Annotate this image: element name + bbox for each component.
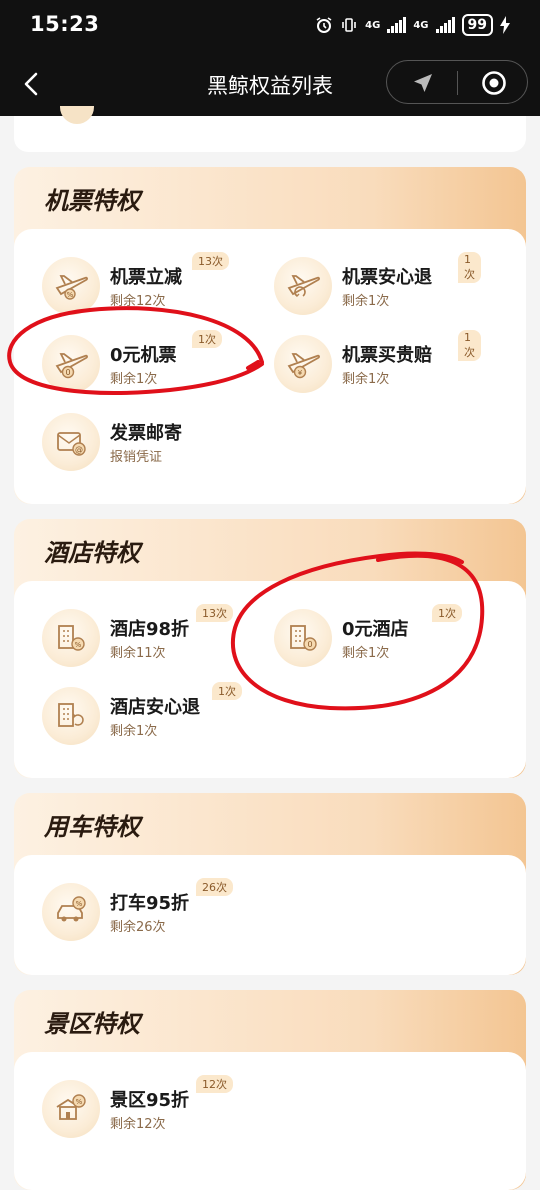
previous-card-icon <box>60 106 94 124</box>
benefit-name: 酒店安心退 <box>110 697 200 718</box>
benefit-count-badge: 13次 <box>196 604 233 622</box>
section-body: % 机票立减 剩余12次 13次 机票安心退 剩余1次 1次 0 0元机票 剩余… <box>14 229 526 504</box>
benefit-count-badge: 1次 <box>458 330 481 361</box>
svg-text:%: % <box>76 1098 83 1106</box>
benefit-count-badge: 13次 <box>192 252 229 270</box>
svg-text:@: @ <box>75 445 83 454</box>
benefit-count-badge: 1次 <box>432 604 462 622</box>
benefit-remaining: 剩余1次 <box>342 372 390 387</box>
svg-text:¥: ¥ <box>298 369 303 377</box>
section-title: 机票特权 <box>44 187 140 215</box>
hotel-discount-icon: % <box>42 609 100 667</box>
plane-coin-icon: 0 <box>42 335 100 393</box>
benefit-remaining: 剩余11次 <box>110 646 166 661</box>
benefit-item-taxi-discount[interactable]: % 打车95折 剩余26次 26次 <box>14 877 244 947</box>
charging-icon <box>500 16 510 34</box>
benefit-name: 0元机票 <box>110 345 177 366</box>
benefit-count-badge: 1次 <box>458 252 481 283</box>
section-title: 景区特权 <box>44 1010 140 1038</box>
signal-icon <box>387 17 407 33</box>
section-body: % 景区95折 剩余12次 12次 <box>14 1052 526 1190</box>
benefit-item-flight-refund[interactable]: 机票安心退 剩余1次 1次 <box>246 251 481 321</box>
plane-yen-icon: ¥ <box>274 335 332 393</box>
svg-text:%: % <box>67 291 74 299</box>
benefit-item-flight-price-guarantee[interactable]: ¥ 机票买贵赔 剩余1次 1次 <box>246 329 481 399</box>
battery-indicator: 99 <box>461 14 493 36</box>
alarm-icon <box>316 17 332 33</box>
section-hotel: 酒店特权 % 酒店98折 剩余11次 13次 0 0元酒店 剩余1次 1次 酒店… <box>14 519 526 778</box>
vibrate-icon <box>342 18 356 32</box>
section-body: % 酒店98折 剩余11次 13次 0 0元酒店 剩余1次 1次 酒店安心退 剩… <box>14 581 526 778</box>
section-car: 用车特权 % 打车95折 剩余26次 26次 <box>14 793 526 975</box>
svg-text:0: 0 <box>307 640 312 649</box>
car-discount-icon: % <box>42 883 100 941</box>
benefit-count-badge: 1次 <box>192 330 222 348</box>
status-icons: 4G 4G 99 <box>315 14 510 36</box>
plane-refund-icon <box>274 257 332 315</box>
benefit-remaining: 剩余1次 <box>110 724 158 739</box>
benefit-item-free-hotel[interactable]: 0 0元酒店 剩余1次 1次 <box>246 603 476 673</box>
benefit-name: 打车95折 <box>110 893 190 914</box>
benefit-remaining: 剩余12次 <box>110 1117 166 1132</box>
signal-icon-2 <box>435 17 455 33</box>
section-flight: 机票特权 % 机票立减 剩余12次 13次 机票安心退 剩余1次 1次 0 0元… <box>14 167 526 504</box>
benefit-remaining: 剩余1次 <box>342 294 390 309</box>
hotel-coin-icon: 0 <box>274 609 332 667</box>
benefit-name: 机票买贵赔 <box>342 345 432 366</box>
mini-program-capsule <box>386 60 528 104</box>
benefit-name: 发票邮寄 <box>110 423 182 444</box>
plane-discount-icon: % <box>42 257 100 315</box>
section-scenic: 景区特权 % 景区95折 剩余12次 12次 <box>14 990 526 1190</box>
section-title: 用车特权 <box>44 813 140 841</box>
benefit-remaining: 报销凭证 <box>110 450 163 465</box>
benefit-remaining: 剩余1次 <box>342 646 390 661</box>
invoice-mail-icon: @ <box>42 413 100 471</box>
benefit-name: 机票安心退 <box>342 267 432 288</box>
svg-text:%: % <box>76 900 83 908</box>
benefit-name: 酒店98折 <box>110 619 190 640</box>
benefit-name: 0元酒店 <box>342 619 409 640</box>
benefit-item-flight-discount[interactable]: % 机票立减 剩余12次 13次 <box>14 251 244 321</box>
previous-card-remnant <box>14 106 526 152</box>
svg-text:%: % <box>75 641 82 649</box>
benefit-count-badge: 12次 <box>196 1075 233 1093</box>
benefit-count-badge: 1次 <box>212 682 242 700</box>
network-label-1: 4G <box>365 19 381 31</box>
benefit-count-badge: 26次 <box>196 878 233 896</box>
hotel-refund-icon <box>42 687 100 745</box>
capsule-divider <box>457 71 458 95</box>
status-time: 15:23 <box>30 12 100 36</box>
benefit-item-free-flight[interactable]: 0 0元机票 剩余1次 1次 <box>14 329 244 399</box>
benefit-remaining: 剩余26次 <box>110 920 166 935</box>
benefit-item-hotel-discount[interactable]: % 酒店98折 剩余11次 13次 <box>14 603 244 673</box>
status-bar: 15:23 4G 4G 99 <box>0 0 540 52</box>
benefit-name: 景区95折 <box>110 1090 190 1111</box>
benefit-name: 机票立减 <box>110 267 182 288</box>
scenic-discount-icon: % <box>42 1080 100 1138</box>
section-title: 酒店特权 <box>44 539 140 567</box>
network-label-2: 4G <box>413 19 429 31</box>
benefit-item-hotel-refund[interactable]: 酒店安心退 剩余1次 1次 <box>14 681 244 751</box>
location-arrow-icon[interactable] <box>411 71 435 95</box>
benefit-item-invoice-mail[interactable]: @ 发票邮寄 报销凭证 <box>14 407 244 477</box>
benefit-remaining: 剩余1次 <box>110 372 158 387</box>
close-target-icon[interactable] <box>481 70 507 96</box>
section-body: % 打车95折 剩余26次 26次 <box>14 855 526 975</box>
benefit-remaining: 剩余12次 <box>110 294 166 309</box>
benefit-item-scenic-discount[interactable]: % 景区95折 剩余12次 12次 <box>14 1074 244 1144</box>
svg-text:0: 0 <box>65 368 70 377</box>
